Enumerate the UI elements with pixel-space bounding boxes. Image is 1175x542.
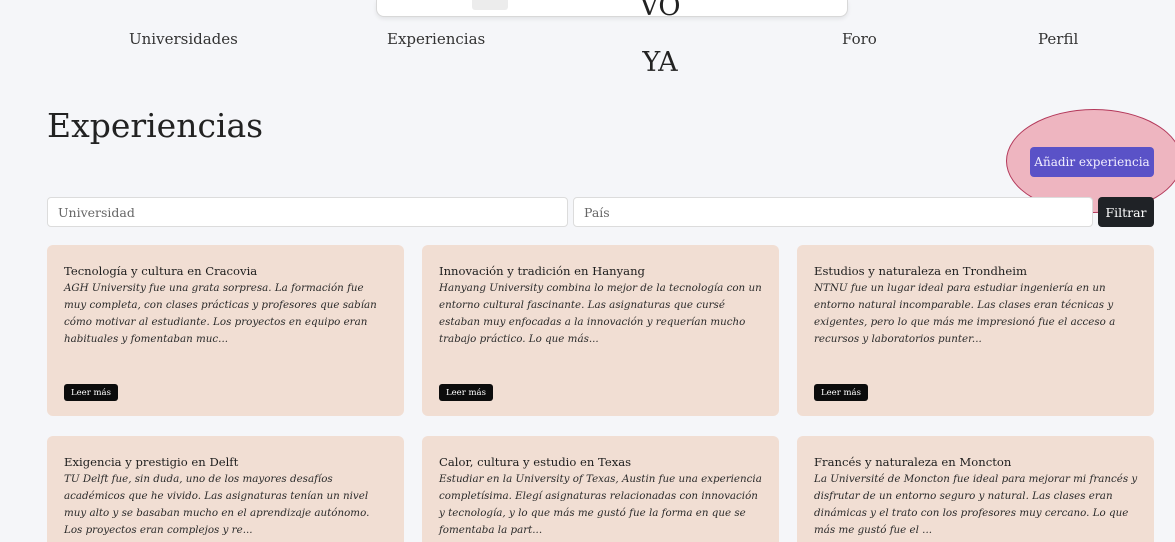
experience-card: Francés y naturaleza en Moncton La Unive…	[797, 436, 1154, 542]
page-title: Experiencias	[47, 106, 264, 145]
card-title: Francés y naturaleza en Moncton	[814, 455, 1012, 469]
experience-card: Innovación y tradición en Hanyang Hanyan…	[422, 245, 779, 416]
add-experience-button[interactable]: Añadir experiencia	[1030, 147, 1154, 177]
card-title: Tecnología y cultura en Cracovia	[64, 264, 258, 278]
nav-universidades[interactable]: Universidades	[129, 30, 238, 48]
card-title: Calor, cultura y estudio en Texas	[439, 455, 632, 469]
logo-line-1: VO	[639, 0, 681, 22]
country-filter-input[interactable]	[573, 197, 1093, 227]
university-filter-input[interactable]	[47, 197, 568, 227]
card-excerpt: Hanyang University combina lo mejor de l…	[439, 282, 762, 345]
experience-card: Tecnología y cultura en Cracovia AGH Uni…	[47, 245, 404, 416]
site-logo[interactable]: VO YA	[600, 0, 720, 90]
card-excerpt: TU Delft fue, sin duda, uno de los mayor…	[64, 473, 370, 536]
read-more-button[interactable]: Leer más	[64, 384, 118, 401]
card-title: Exigencia y prestigio en Delft	[64, 455, 239, 469]
card-title: Estudios y naturaleza en Trondheim	[814, 264, 1027, 278]
filter-button[interactable]: Filtrar	[1098, 197, 1154, 227]
nav-experiencias[interactable]: Experiencias	[387, 30, 485, 48]
read-more-button[interactable]: Leer más	[439, 384, 493, 401]
nav-perfil[interactable]: Perfil	[1038, 30, 1078, 48]
card-title: Innovación y tradición en Hanyang	[439, 264, 645, 278]
popup-tab	[472, 0, 508, 10]
experience-card: Exigencia y prestigio en Delft TU Delft …	[47, 436, 404, 542]
card-excerpt: AGH University fue una grata sorpresa. L…	[64, 282, 377, 345]
experience-card: Estudios y naturaleza en Trondheim NTNU …	[797, 245, 1154, 416]
card-excerpt: NTNU fue un lugar ideal para estudiar in…	[814, 282, 1116, 345]
card-excerpt: La Université de Moncton fue ideal para …	[814, 473, 1138, 536]
card-excerpt: Estudiar en la University of Texas, Aust…	[439, 473, 762, 536]
nav-foro[interactable]: Foro	[842, 30, 877, 48]
experience-card: Calor, cultura y estudio en Texas Estudi…	[422, 436, 779, 542]
read-more-button[interactable]: Leer más	[814, 384, 868, 401]
logo-line-2: YA	[642, 47, 678, 78]
